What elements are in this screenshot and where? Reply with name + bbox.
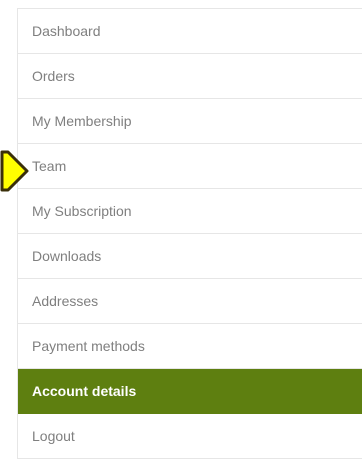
account-navigation: Dashboard Orders My Membership Team My S… xyxy=(17,8,362,459)
nav-item-label: Payment methods xyxy=(32,338,145,354)
nav-item-team[interactable]: Team xyxy=(18,144,362,189)
nav-item-label: Orders xyxy=(32,68,75,84)
arrow-pointer-shape xyxy=(0,150,29,192)
nav-item-label: Downloads xyxy=(32,248,102,264)
nav-item-account-details[interactable]: Account details xyxy=(18,369,362,414)
nav-item-label: Addresses xyxy=(32,293,99,309)
nav-item-downloads[interactable]: Downloads xyxy=(18,234,362,279)
nav-item-label: Dashboard xyxy=(32,23,101,39)
nav-item-my-subscription[interactable]: My Subscription xyxy=(18,189,362,234)
nav-item-label: Team xyxy=(32,158,67,174)
nav-item-payment-methods[interactable]: Payment methods xyxy=(18,324,362,369)
nav-item-dashboard[interactable]: Dashboard xyxy=(18,9,362,54)
nav-item-logout[interactable]: Logout xyxy=(18,414,362,459)
nav-item-addresses[interactable]: Addresses xyxy=(18,279,362,324)
arrow-pointer-icon xyxy=(0,150,29,192)
nav-item-my-membership[interactable]: My Membership xyxy=(18,99,362,144)
nav-item-label: My Membership xyxy=(32,113,132,129)
nav-item-label: My Subscription xyxy=(32,203,132,219)
nav-item-label: Logout xyxy=(32,428,75,444)
nav-item-orders[interactable]: Orders xyxy=(18,54,362,99)
nav-item-label: Account details xyxy=(32,383,137,399)
